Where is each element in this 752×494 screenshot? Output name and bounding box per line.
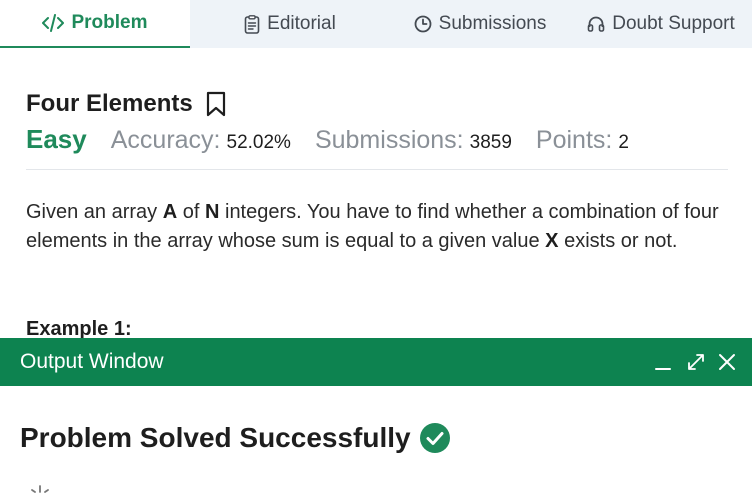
problem-description: Given an array A of N integers. You have… [26,198,730,256]
tab-doubt-support-label: Doubt Support [612,13,735,34]
example-heading: Example 1: [26,318,132,338]
document-icon [244,14,260,34]
tab-submissions-label: Submissions [438,13,547,34]
output-window-body: Problem Solved Successfully [0,386,752,494]
result-row: Problem Solved Successfully [20,422,451,454]
check-circle-icon [419,423,450,453]
headphones-icon [587,16,605,32]
code-icon [42,14,65,32]
tab-submissions[interactable]: Submissions [390,0,570,48]
problem-tab-bar: Problem Editorial Submissions Doubt Supp… [0,0,752,48]
result-message: Problem Solved Successfully [20,422,411,453]
tab-problem-label: Problem [71,12,148,33]
description-text: of [177,201,205,223]
description-text: exists or not. [558,230,678,252]
problem-content: Four Elements Easy Accuracy: 52.02% Subm… [0,48,752,338]
accuracy-label: Accuracy: [110,126,221,154]
tab-editorial[interactable]: Editorial [190,0,390,48]
accuracy-value: 52.02% [226,132,291,153]
clock-icon [414,15,432,33]
maximize-icon[interactable] [684,350,708,374]
tab-doubt-support[interactable]: Doubt Support [570,0,752,48]
problem-title: Four Elements [26,90,193,117]
divider [26,169,728,170]
sparkle-icon [31,485,49,493]
description-text: Given an array [26,201,163,223]
points-label: Points: [535,126,613,154]
minimize-icon[interactable] [651,350,675,374]
output-window-title: Output Window [20,350,164,373]
difficulty-badge: Easy [26,124,87,154]
description-var-a: A [162,201,178,223]
description-var-x: X [545,230,559,252]
description-var-n: N [204,201,220,223]
tab-editorial-label: Editorial [267,13,336,34]
submissions-count: 3859 [469,132,512,153]
bookmark-icon[interactable] [206,91,226,117]
points-value: 2 [618,132,629,153]
close-icon[interactable] [715,350,739,374]
output-window-header: Output Window [0,338,752,386]
problem-stats: Easy Accuracy: 52.02% Submissions: 3859 … [26,124,629,155]
tab-problem[interactable]: Problem [0,0,190,48]
submissions-label: Submissions: [314,126,464,154]
problem-title-row: Four Elements [26,90,226,118]
